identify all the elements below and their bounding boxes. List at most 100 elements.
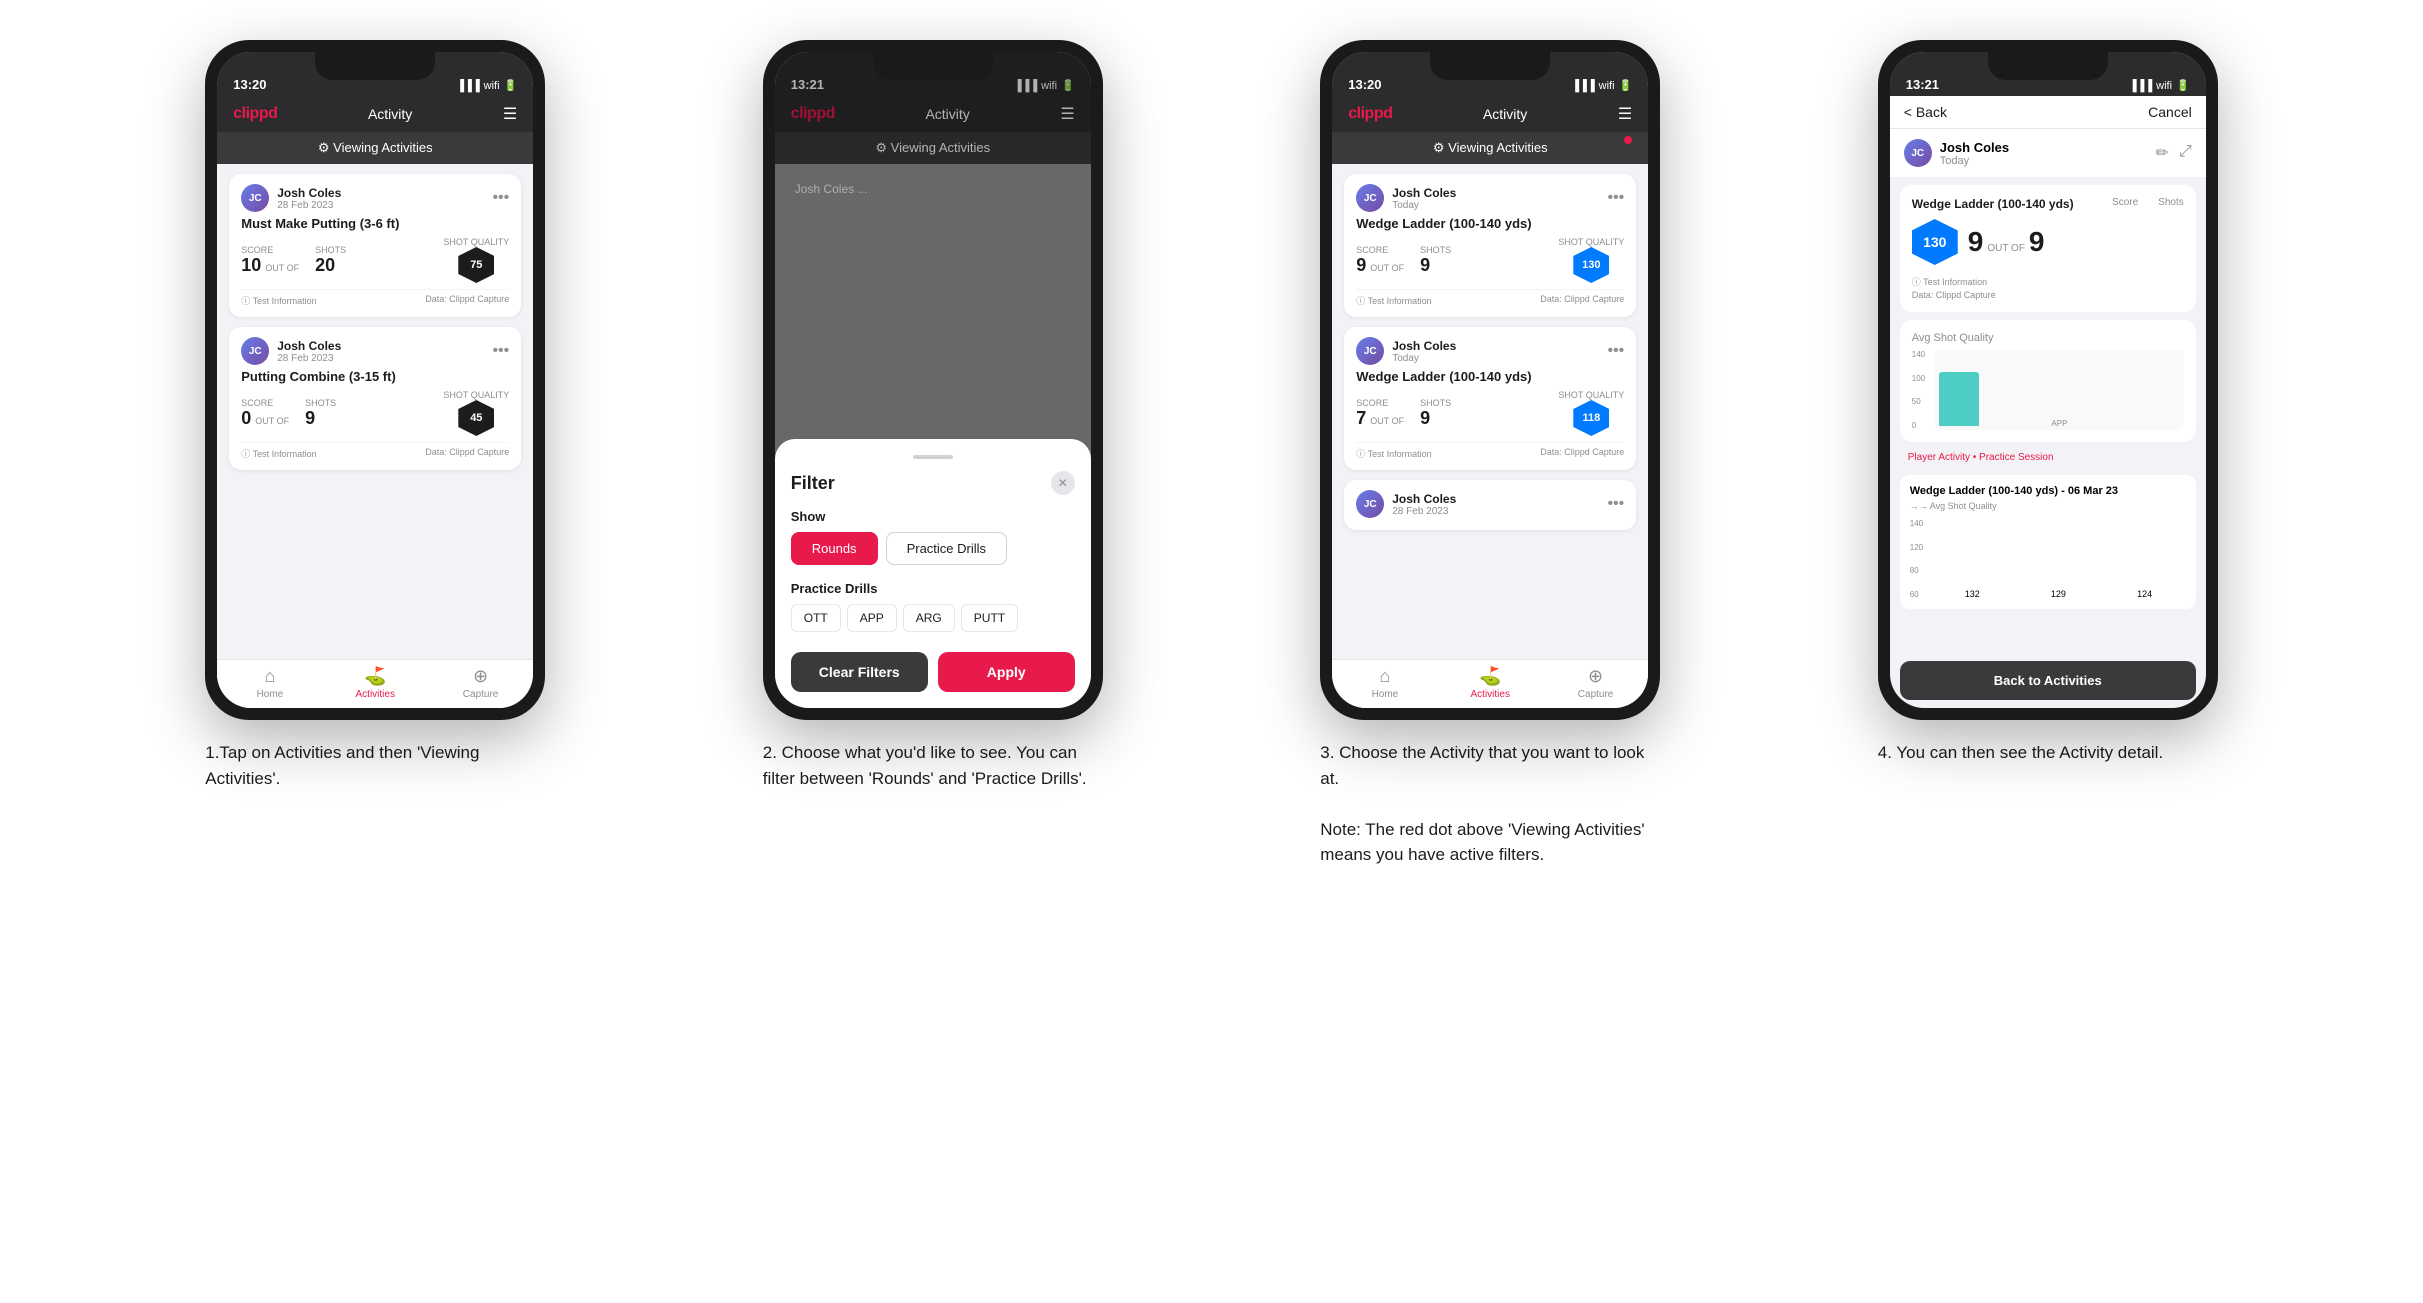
- phone3-tab-capture[interactable]: ⊕ Capture: [1543, 660, 1648, 708]
- phone3-card2-out-of: OUT OF: [1370, 416, 1404, 426]
- phone3-card1[interactable]: JC Josh Coles Today ••• Wedge Ladder (10…: [1344, 174, 1636, 317]
- phone1-card2-quality-label: Shot Quality: [443, 390, 509, 400]
- phone3-card1-quality: Shot Quality 130: [1558, 237, 1624, 283]
- arg-pill[interactable]: ARG: [903, 604, 955, 632]
- phone3-red-dot: [1624, 136, 1632, 144]
- phone3-card3-header: JC Josh Coles 28 Feb 2023 •••: [1356, 490, 1624, 518]
- phone4-bars-container: 140 120 80 60 132: [1910, 519, 2186, 599]
- phone3-viewing-bar[interactable]: ⚙ Viewing Activities: [1332, 132, 1648, 164]
- phone3-tab-activities[interactable]: ⛳ Activities: [1438, 660, 1543, 708]
- phone4: 13:21 ▐▐▐ wifi 🔋 < Back Cancel JC: [1878, 40, 2218, 720]
- phone1-tab-home-label: Home: [257, 689, 284, 700]
- bar-val-1: 132: [1965, 589, 1980, 599]
- phone3-tab-home[interactable]: ⌂ Home: [1332, 660, 1437, 708]
- phone4-column: 13:21 ▐▐▐ wifi 🔋 < Back Cancel JC: [1784, 40, 2312, 868]
- ott-pill[interactable]: OTT: [791, 604, 841, 632]
- phone3-notch: [1430, 52, 1550, 80]
- phone3-card1-shots-value: 9: [1420, 255, 1451, 276]
- phone3-card2-more[interactable]: •••: [1607, 342, 1624, 360]
- cancel-button[interactable]: Cancel: [2148, 104, 2192, 120]
- rounds-pill[interactable]: Rounds: [791, 532, 878, 565]
- phone3-card2-shots-group: Shots 9: [1420, 398, 1451, 429]
- phone1-card1[interactable]: JC Josh Coles 28 Feb 2023 ••• Must Make …: [229, 174, 521, 317]
- y-100: 100: [1912, 374, 1925, 383]
- phone4-activity-title: Wedge Ladder (100-140 yds) - 06 Mar 23: [1910, 485, 2186, 497]
- phone3-logo: clippd: [1348, 105, 1392, 123]
- phone4-bottom-spacer: [1890, 700, 2206, 708]
- bar-col-3: 124: [2104, 589, 2186, 599]
- phone1-card2-user: JC Josh Coles 28 Feb 2023: [241, 337, 341, 365]
- phone3-card1-avatar: JC: [1356, 184, 1384, 212]
- phone1-hamburger-icon[interactable]: ☰: [503, 104, 517, 124]
- bar-col-1: 132: [1931, 589, 2013, 599]
- phone3-inner: 13:20 ▐▐▐ wifi 🔋 clippd Activity ☰ ⚙ Vie…: [1332, 52, 1648, 708]
- filter-sheet: Filter ✕ Show Rounds Practice Drills Pra…: [775, 439, 1091, 708]
- phone1-card1-shots-group: Shots 20: [315, 245, 346, 276]
- phone3-card3[interactable]: JC Josh Coles 28 Feb 2023 •••: [1344, 480, 1636, 530]
- phone1-card1-date: 28 Feb 2023: [277, 200, 341, 211]
- phone1-caption: 1.Tap on Activities and then 'Viewing Ac…: [205, 740, 545, 791]
- phone3-card2-footer: ⓘ Test Information Data: Clippd Capture: [1356, 442, 1624, 460]
- apply-button[interactable]: Apply: [938, 652, 1075, 692]
- phone3-card1-data-source: Data: Clippd Capture: [1540, 294, 1624, 307]
- phone1-tab-home[interactable]: ⌂ Home: [217, 660, 322, 708]
- phone3-card2-quality: Shot Quality 118: [1558, 390, 1624, 436]
- signal-icon3: ▐▐▐: [1571, 80, 1594, 92]
- phone1-card2-score-group: Score 0 OUT OF: [241, 398, 289, 429]
- y-140: 140: [1912, 350, 1925, 359]
- phone1-card2[interactable]: JC Josh Coles 28 Feb 2023 ••• Putting Co…: [229, 327, 521, 470]
- filter-show-pills: Rounds Practice Drills: [791, 532, 1075, 565]
- phone4-time: 13:21: [1906, 77, 1939, 92]
- phone4-bar-area: APP: [1935, 350, 2184, 430]
- phone1-card2-shots-num: 9: [305, 408, 315, 429]
- phone4-quality-hexagon: 130: [1912, 219, 1958, 265]
- phone1-card2-more[interactable]: •••: [492, 342, 509, 360]
- phone3-card2-shots-num: 9: [1420, 408, 1430, 429]
- phone3-card2-avatar: JC: [1356, 337, 1384, 365]
- phone1-card1-data-source: Data: Clippd Capture: [425, 294, 509, 307]
- phone3-card2-shots-value: 9: [1420, 408, 1451, 429]
- phone1-card1-shots-label: Shots: [315, 245, 346, 255]
- phone3-card1-shots-group: Shots 9: [1420, 245, 1451, 276]
- app-pill[interactable]: APP: [847, 604, 897, 632]
- phone1-card2-footer: ⓘ Test Information Data: Clippd Capture: [241, 442, 509, 460]
- phone3-card2-userinfo: Josh Coles Today: [1392, 339, 1456, 364]
- phone1-tab-bar: ⌂ Home ⛳ Activities ⊕ Capture: [217, 659, 533, 708]
- phone4-user-bar: JC Josh Coles Today ✏ ⤢: [1890, 129, 2206, 177]
- phone1-logo: clippd: [233, 105, 277, 123]
- phone3-content: JC Josh Coles Today ••• Wedge Ladder (10…: [1332, 164, 1648, 659]
- putt-pill[interactable]: PUTT: [961, 604, 1018, 632]
- phone1-card1-more[interactable]: •••: [492, 189, 509, 207]
- phone1-card2-date: 28 Feb 2023: [277, 353, 341, 364]
- phone1-tab-capture[interactable]: ⊕ Capture: [428, 660, 533, 708]
- filter-show-label: Show: [791, 509, 1075, 524]
- phone4-user-info: JC Josh Coles Today: [1904, 139, 2009, 167]
- clear-filters-button[interactable]: Clear Filters: [791, 652, 928, 692]
- phone1-card1-header: JC Josh Coles 28 Feb 2023 •••: [241, 184, 509, 212]
- phone4-session-label: Player Activity • Practice Session: [1908, 452, 2054, 463]
- phone1-card2-shots-label: Shots: [305, 398, 336, 408]
- phone3-card2-name: Josh Coles: [1392, 339, 1456, 353]
- phone1-card1-avatar: JC: [241, 184, 269, 212]
- back-button[interactable]: < Back: [1904, 104, 1947, 120]
- phone1-tab-activities[interactable]: ⛳ Activities: [323, 660, 428, 708]
- phone1-viewing-bar[interactable]: ⚙ Viewing Activities: [217, 132, 533, 164]
- phone3-hamburger-icon[interactable]: ☰: [1618, 104, 1632, 124]
- phone3-card1-more[interactable]: •••: [1607, 189, 1624, 207]
- filter-close-button[interactable]: ✕: [1051, 471, 1075, 495]
- phone1-card1-hexagon: 75: [458, 247, 494, 283]
- edit-icon[interactable]: ✏: [2156, 143, 2169, 163]
- capture-icon: ⊕: [473, 666, 488, 687]
- phone3-status-icons: ▐▐▐ wifi 🔋: [1571, 79, 1632, 92]
- phone3-card2[interactable]: JC Josh Coles Today ••• Wedge Ladder (10…: [1344, 327, 1636, 470]
- phone2-inner: 13:21 ▐▐▐ wifi 🔋 clippd Activity ☰ ⚙ Vie…: [775, 52, 1091, 708]
- phone3-card2-date: Today: [1392, 353, 1456, 364]
- expand-icon[interactable]: ⤢: [2179, 143, 2192, 163]
- phone1-card1-score-label: Score: [241, 245, 299, 255]
- practice-drills-pill[interactable]: Practice Drills: [886, 532, 1007, 565]
- phone1-card2-out-of: OUT OF: [255, 416, 289, 426]
- phone3-card3-more[interactable]: •••: [1607, 495, 1624, 513]
- phone1: 13:20 ▐▐▐ wifi 🔋 clippd Activity ☰ ⚙ Vie…: [205, 40, 545, 720]
- back-to-activities-button[interactable]: Back to Activities: [1900, 661, 2196, 700]
- phone4-main-card: Wedge Ladder (100-140 yds) Score Shots 1…: [1900, 185, 2196, 312]
